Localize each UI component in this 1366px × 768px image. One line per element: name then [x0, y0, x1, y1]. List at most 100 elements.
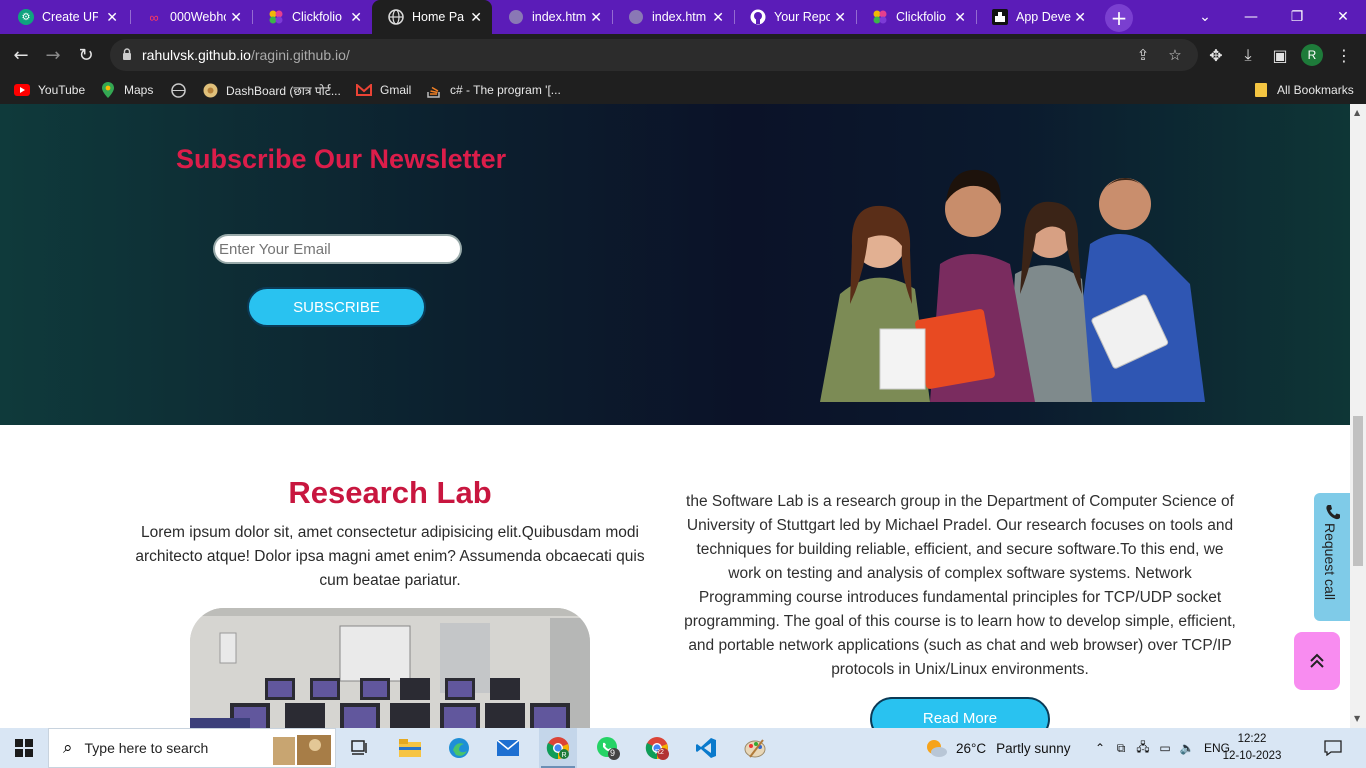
partly-sunny-icon	[927, 740, 947, 757]
close-icon[interactable]: ✕	[350, 9, 362, 26]
close-icon[interactable]: ✕	[1074, 9, 1086, 26]
search-icon: ⌕	[63, 738, 73, 758]
new-tab-button[interactable]: +	[1105, 4, 1133, 32]
volume-icon[interactable]: 🔈	[1176, 741, 1198, 755]
all-bookmarks[interactable]: All Bookmarks	[1253, 81, 1354, 99]
bookmarks-bar: YouTube Maps DashBoard (छात्र पोर्ट... G…	[0, 76, 1366, 104]
subscribe-button[interactable]: SUBSCRIBE	[247, 287, 426, 327]
tab-000webhost[interactable]: ∞ 000Webho ✕	[130, 0, 252, 34]
students-image	[820, 169, 1205, 402]
bookmark-label: c# - The program '[...	[450, 83, 561, 97]
bookmark-dashboard[interactable]: DashBoard (छात्र पोर्ट...	[202, 81, 341, 99]
tab-label: Your Repo	[774, 10, 830, 24]
chrome-profile-badge: R2	[655, 749, 664, 756]
tab-index-1[interactable]: index.htm ✕	[492, 0, 612, 34]
bookmark-star-icon[interactable]: ☆	[1165, 45, 1185, 65]
close-icon[interactable]: ✕	[834, 9, 846, 26]
tab-home-page[interactable]: Home Pag ✕	[372, 0, 492, 34]
newsletter-section: Subscribe Our Newsletter SUBSCRIBE	[0, 104, 1350, 425]
bookmark-label: Maps	[124, 83, 154, 97]
whatsapp-icon[interactable]: 9	[590, 728, 626, 768]
chrome-profile-2-icon[interactable]: R2	[639, 728, 675, 768]
research-section: Research Lab Lorem ipsum dolor sit, amet…	[0, 425, 1350, 728]
clickfolio-icon	[268, 9, 284, 25]
close-icon[interactable]: ✕	[712, 9, 724, 26]
back-arrow-icon[interactable]: ←	[8, 42, 34, 68]
weather-widget[interactable]: 26°C Partly sunny	[924, 728, 1070, 768]
research-lead-text: Lorem ipsum dolor sit, amet consectetur …	[135, 524, 645, 589]
side-panel-icon[interactable]: ▣	[1269, 44, 1291, 66]
profile-avatar[interactable]: R	[1301, 44, 1323, 66]
scroll-up-arrow-icon[interactable]: ▲	[1354, 108, 1360, 117]
meet-now-icon[interactable]: ⧉	[1110, 741, 1132, 756]
share-icon[interactable]: ⇪	[1133, 45, 1153, 65]
newsletter-title: Subscribe Our Newsletter	[176, 144, 507, 174]
research-title: Research Lab	[288, 475, 492, 510]
tab-index-2[interactable]: index.htm ✕	[612, 0, 734, 34]
scroll-down-arrow-icon[interactable]: ▼	[1354, 714, 1360, 723]
stackoverflow-icon	[426, 82, 442, 98]
system-tray: ⌃ ⧉ 🖧 ▭ 🔈 ENG	[1090, 728, 1230, 768]
address-bar[interactable]: rahulvsk.github.io/ragini.github.io/ ⇪ ☆	[110, 39, 1198, 71]
menu-kebab-icon[interactable]: ⋮	[1333, 44, 1355, 66]
request-call-button[interactable]: Request call	[1314, 493, 1350, 621]
close-icon[interactable]: ✕	[470, 9, 482, 26]
tab-search-chevron-icon[interactable]: ⌄	[1182, 0, 1228, 34]
paint-icon[interactable]	[737, 728, 773, 768]
close-window-button[interactable]: ✕	[1320, 0, 1366, 34]
bookmark-globe[interactable]	[170, 81, 194, 99]
forward-arrow-icon[interactable]: →	[40, 42, 66, 68]
extensions-puzzle-icon[interactable]: ✥	[1205, 44, 1227, 66]
browser-toolbar: ← → ↻ rahulvsk.github.io/ragini.github.i…	[0, 34, 1366, 76]
lab-photo	[190, 608, 590, 728]
svg-text:R: R	[561, 752, 566, 759]
read-more-button[interactable]: Read More	[870, 697, 1050, 728]
research-description: the Software Lab is a research group in …	[684, 493, 1236, 678]
close-icon[interactable]: ✕	[590, 9, 602, 26]
network-icon[interactable]: 🖧	[1132, 738, 1154, 759]
vscode-icon[interactable]	[688, 728, 724, 768]
globe-icon	[170, 82, 186, 98]
tab-app-dev[interactable]: App Deve ✕	[976, 0, 1096, 34]
scrollbar-thumb[interactable]	[1353, 416, 1363, 566]
tab-label: Clickfolio	[896, 10, 947, 24]
mail-icon[interactable]	[490, 728, 526, 768]
clock[interactable]: 12:22 12-10-2023	[1222, 731, 1282, 765]
tab-your-repo[interactable]: Your Repo ✕	[734, 0, 856, 34]
tab-clickfolio-2[interactable]: Clickfolio ✕	[856, 0, 976, 34]
scroll-to-top-button[interactable]	[1294, 632, 1340, 690]
battery-icon[interactable]: ▭	[1154, 741, 1176, 755]
weather-desc: Partly sunny	[996, 740, 1071, 756]
bookmark-youtube[interactable]: YouTube	[14, 81, 85, 99]
bookmark-stackoverflow[interactable]: c# - The program '[...	[426, 81, 561, 99]
tab-clickfolio[interactable]: Clickfolio ✕	[252, 0, 372, 34]
bookmark-label: DashBoard (छात्र पोर्ट...	[226, 83, 341, 98]
lock-icon	[123, 48, 131, 60]
minimize-button[interactable]: —	[1228, 0, 1274, 34]
bookmark-gmail[interactable]: Gmail	[356, 81, 411, 99]
notification-icon[interactable]	[1318, 728, 1348, 768]
bookmark-maps[interactable]: Maps	[100, 81, 153, 99]
close-icon[interactable]: ✕	[230, 9, 242, 26]
task-view-icon[interactable]	[345, 728, 375, 768]
taskbar-search[interactable]: ⌕ Type here to search	[48, 728, 336, 768]
youtube-icon	[14, 82, 30, 98]
chevron-up-icon[interactable]: ⌃	[1090, 741, 1110, 755]
page-scrollbar[interactable]: ▲ ▼	[1350, 104, 1366, 728]
page-viewport: Subscribe Our Newsletter SUBSCRIBE	[0, 104, 1350, 728]
close-icon[interactable]: ✕	[106, 9, 118, 26]
tab-create-up[interactable]: ⚙ Create UP ✕	[2, 0, 128, 34]
file-explorer-icon[interactable]	[392, 728, 428, 768]
search-placeholder: Type here to search	[84, 740, 209, 756]
reload-icon[interactable]: ↻	[73, 42, 99, 68]
chrome-taskbar-icon[interactable]: R	[539, 728, 577, 768]
email-input[interactable]	[213, 234, 462, 264]
close-icon[interactable]: ✕	[954, 9, 966, 26]
restore-button[interactable]: ❐	[1274, 0, 1320, 34]
clock-time: 12:22	[1237, 733, 1267, 745]
phone-icon	[1326, 505, 1340, 520]
windows-start-icon[interactable]	[0, 728, 48, 768]
edge-icon[interactable]	[441, 728, 477, 768]
bookmark-label: YouTube	[38, 83, 86, 97]
download-icon[interactable]: ⤓	[1237, 44, 1259, 66]
